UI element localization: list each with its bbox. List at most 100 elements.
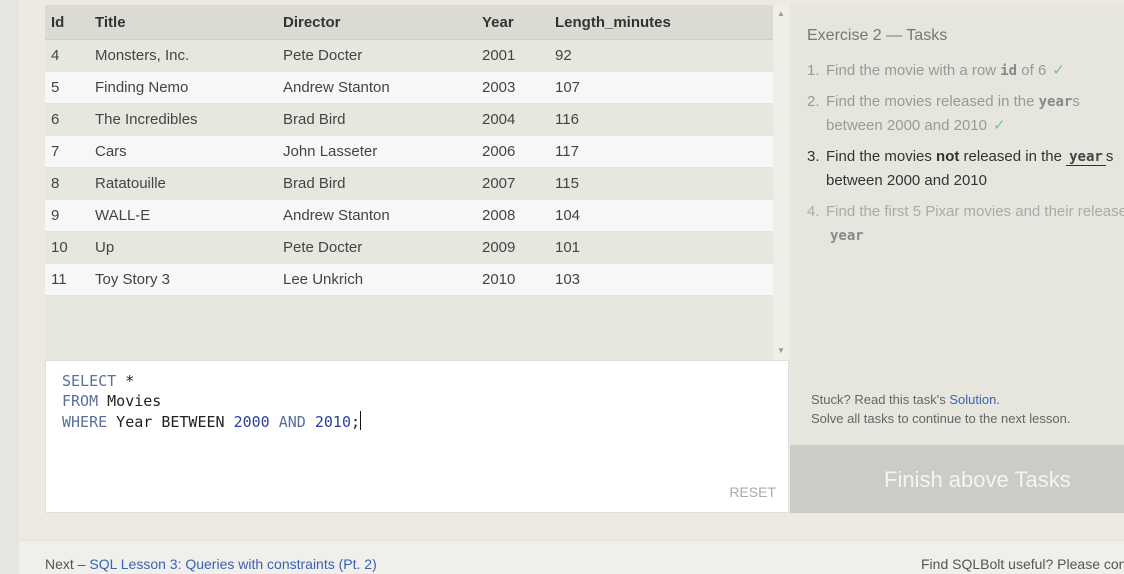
help-text: Stuck? Read this task's Solution. Solve … [811,390,1070,428]
cell-year: 2001 [482,39,555,72]
code-number: 2000 [233,413,270,431]
task-code: id [1000,63,1018,79]
keyword-and: AND [269,413,315,431]
table-row: 4 Monsters, Inc. Pete Docter 2001 92 [45,39,773,72]
task-text: s [1105,148,1114,165]
cell-year: 2004 [482,103,555,136]
footer-divider [19,540,1124,541]
cell-length: 115 [555,167,773,200]
task-number: 2. [807,93,820,110]
cell-director: Lee Unkrich [283,263,482,296]
cell-year: 2009 [482,231,555,264]
cell-length: 116 [555,103,773,136]
scroll-down-arrow-icon[interactable]: ▼ [773,344,789,358]
support-text: Find SQLBolt useful? Please consider [921,556,1124,572]
cell-director: Andrew Stanton [283,199,482,232]
code-line-3: WHERE Year BETWEEN 2000 AND 2010; [62,411,362,432]
cell-title: WALL-E [95,199,283,232]
cell-title: Cars [95,135,283,168]
task-text: Find the movies released in the [826,93,1039,110]
cell-director: Pete Docter [283,39,482,72]
cell-title: The Incredibles [95,103,283,136]
task-text: between 2000 and 2010 [826,117,987,134]
task-list: 1. Find the movie with a row id of 6 ✓ 2.… [807,59,1124,255]
table-row: 6 The Incredibles Brad Bird 2004 116 [45,103,773,136]
left-margin [0,0,19,574]
table-header-row: Id Title Director Year Length_minutes [45,5,773,40]
header-director: Director [283,5,482,40]
cell-id: 5 [45,71,95,104]
task-text-bold: not [936,148,960,165]
cell-director: Andrew Stanton [283,71,482,104]
text-caret [360,411,362,430]
table-row: 10 Up Pete Docter 2009 101 [45,231,773,264]
task-text: released in the [959,148,1067,165]
solution-link[interactable]: Solution [949,392,996,407]
header-id: Id [45,5,95,40]
task-number: 4. [807,203,820,220]
cell-length: 107 [555,71,773,104]
code-line-1: SELECT * [62,371,361,391]
header-title: Title [95,5,283,40]
task-text: between 2000 and 2010 [826,172,987,189]
checkmark-icon: ✓ [992,117,1006,134]
code-text: Movies [98,392,162,410]
keyword-from: FROM [62,392,99,410]
sql-query-editor[interactable]: SELECT * FROM Movies WHERE Year BETWEEN … [45,360,789,513]
task-number: 3. [807,148,820,165]
task-text: of 6 [1017,62,1047,79]
cell-id: 6 [45,103,95,136]
task-item-3: 3. Find the movies not released in the y… [807,145,1124,193]
next-prefix: Next – [45,556,90,572]
cell-title: Ratatouille [95,167,283,200]
keyword-where: WHERE [62,413,108,431]
stuck-text: Stuck? Read this task's [811,392,950,407]
code-text: * [116,372,135,390]
cell-title: Toy Story 3 [95,263,283,296]
task-item-1: 1. Find the movie with a row id of 6 ✓ [807,59,1124,83]
cell-id: 7 [45,135,95,168]
cell-length: 101 [555,231,773,264]
cell-director: Brad Bird [283,167,482,200]
checkmark-icon: ✓ [1052,62,1065,79]
cell-length: 104 [555,199,773,232]
results-scrollbar[interactable]: ▲ ▼ [773,5,789,360]
finish-tasks-button[interactable]: Finish above Tasks [790,445,1124,513]
scroll-up-arrow-icon[interactable]: ▲ [773,7,789,21]
cell-director: Brad Bird [283,103,482,136]
table-row: 7 Cars John Lasseter 2006 117 [45,135,773,168]
task-text: Find the first 5 Pixar movies and their … [826,203,1124,220]
cell-director: Pete Docter [283,231,482,264]
cell-length: 103 [555,263,773,296]
task-code: year [1038,94,1073,110]
solve-all-text: Solve all tasks to continue to the next … [811,411,1071,426]
tasks-title: Exercise 2 — Tasks [807,27,948,44]
cell-length: 92 [555,39,773,72]
code-number: 2010 [314,413,351,431]
task-code: year [1066,149,1106,166]
cell-length: 117 [555,135,773,168]
query-results-table: Id Title Director Year Length_minutes 4 … [45,5,773,360]
task-item-4: 4. Find the first 5 Pixar movies and the… [807,200,1124,248]
cell-title: Finding Nemo [95,71,283,104]
task-text: s [1072,93,1080,110]
code-text: Year BETWEEN [107,413,234,431]
cell-year: 2007 [482,167,555,200]
sql-code[interactable]: SELECT * FROM Movies WHERE Year BETWEEN … [62,371,362,432]
task-text: Find the movie with a row [826,62,1001,79]
stuck-text: . [996,392,1000,407]
cell-title: Up [95,231,283,264]
table-row: 5 Finding Nemo Andrew Stanton 2003 107 [45,71,773,104]
header-year: Year [482,5,555,40]
reset-button[interactable]: RESET [729,482,776,502]
table-row: 9 WALL-E Andrew Stanton 2008 104 [45,199,773,232]
cell-id: 8 [45,167,95,200]
keyword-select: SELECT [62,372,117,390]
next-lesson-link[interactable]: SQL Lesson 3: Queries with constraints (… [89,556,376,572]
cell-director: John Lasseter [283,135,482,168]
cell-id: 9 [45,199,95,232]
task-item-2: 2. Find the movies released in the years… [807,90,1124,138]
cell-id: 11 [45,263,95,296]
tasks-panel: Exercise 2 — Tasks 1. Find the movie wit… [790,5,1124,445]
code-text: ; [351,413,361,431]
